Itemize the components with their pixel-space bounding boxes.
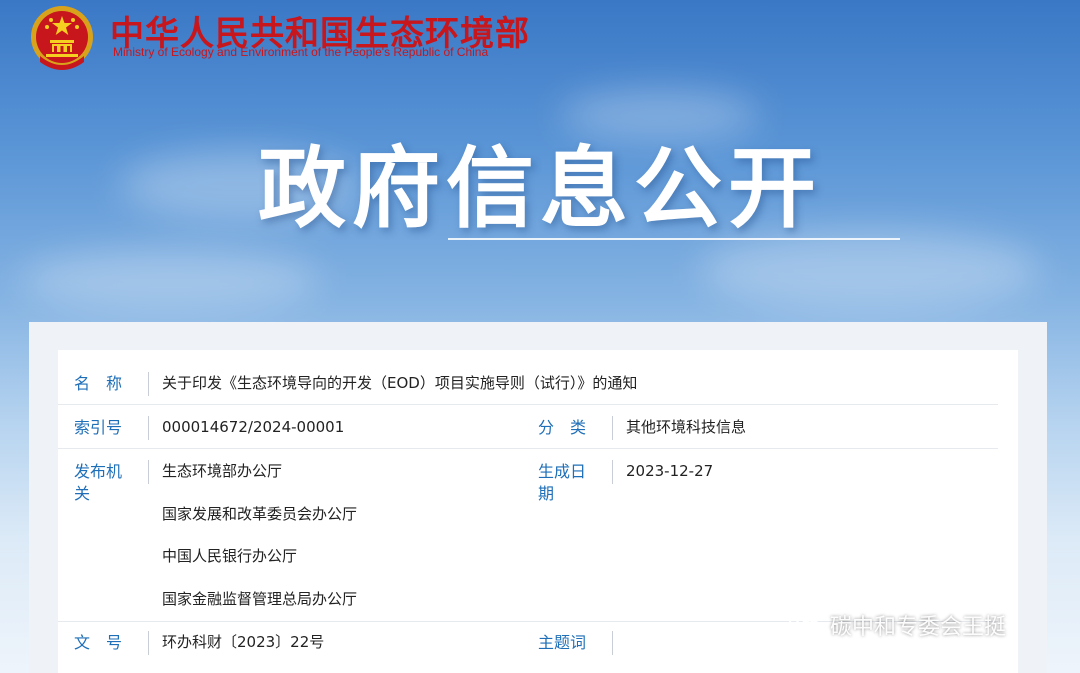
category-value: 其他环境科技信息 <box>626 418 747 436</box>
index-number: 000014672/2024-00001 <box>162 418 345 436</box>
wechat-icon <box>789 613 821 637</box>
cloud-decoration <box>20 250 320 310</box>
doc-number: 环办科财〔2023〕22号 <box>162 633 325 651</box>
banner-title: 政府信息公开 <box>257 137 822 240</box>
field-label-name: 名 称 <box>74 374 123 393</box>
field-label-category: 分 类 <box>538 418 587 437</box>
field-label-subject: 主题词 <box>538 633 587 652</box>
field-divider <box>612 460 613 484</box>
watermark: 碳中和专委会王挺 <box>788 607 1006 643</box>
document-title: 关于印发《生态环境导向的开发（EOD）项目实施导则（试行）》的通知 <box>162 374 638 392</box>
field-divider <box>148 460 149 484</box>
national-emblem-icon[interactable] <box>28 4 96 72</box>
issuer-value: 国家发展和改革委员会办公厅 <box>162 505 358 523</box>
row-divider <box>58 448 998 449</box>
field-divider <box>612 416 613 440</box>
issuer-value: 中国人民银行办公厅 <box>162 547 298 565</box>
field-divider <box>148 631 149 655</box>
date-value: 2023-12-27 <box>626 462 714 480</box>
field-label-doc-no: 文 号 <box>74 633 123 652</box>
field-divider <box>148 372 149 396</box>
banner-underline <box>448 238 900 240</box>
field-divider <box>612 631 613 655</box>
issuer-value: 生态环境部办公厅 <box>162 462 283 480</box>
watermark-text: 碳中和专委会王挺 <box>830 615 1007 640</box>
issuer-value: 国家金融监督管理总局办公厅 <box>162 590 358 608</box>
field-label-index-no: 索引号 <box>74 418 123 437</box>
row-divider <box>58 404 998 405</box>
org-name-en[interactable]: Ministry of Ecology and Environment of t… <box>113 45 488 59</box>
field-label-issuer: 发布机关 <box>74 462 123 503</box>
field-label-date: 生成日期 <box>538 462 587 503</box>
field-divider <box>148 416 149 440</box>
